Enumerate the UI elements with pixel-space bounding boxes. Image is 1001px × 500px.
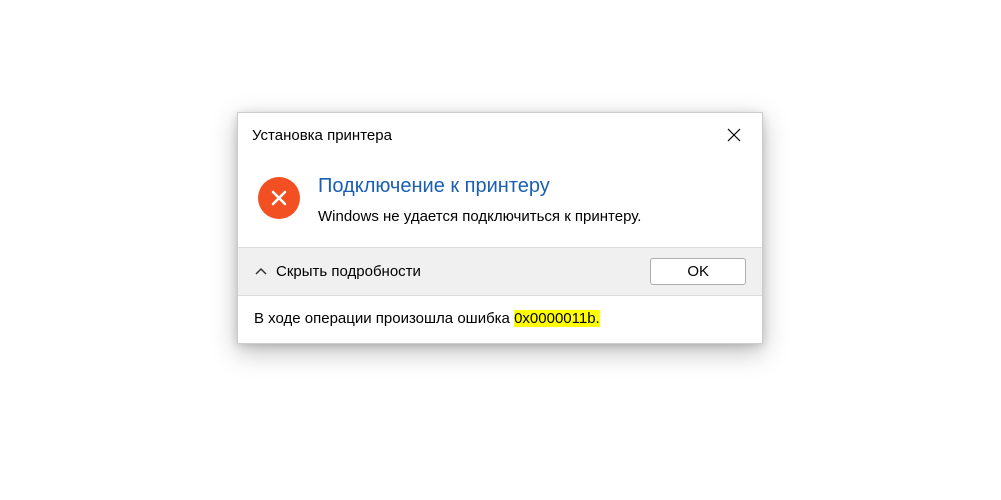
details-prefix: В ходе операции произошла ошибка <box>254 310 514 327</box>
details-toggle[interactable]: Скрыть подробности <box>254 263 421 280</box>
dialog-body: Подключение к принтеру Windows не удаетс… <box>238 157 762 247</box>
details-area: В ходе операции произошла ошибка 0x00000… <box>238 295 762 343</box>
dialog-title: Установка принтера <box>252 127 392 144</box>
dialog-titlebar: Установка принтера <box>238 113 762 157</box>
details-suffix: . <box>596 310 600 327</box>
close-button[interactable] <box>718 121 750 149</box>
error-code: 0x0000011b <box>514 310 595 327</box>
dialog-heading: Подключение к принтеру <box>318 175 742 198</box>
details-toggle-label: Скрыть подробности <box>276 263 421 280</box>
error-icon <box>258 177 300 219</box>
printer-install-dialog: Установка принтера Подключение к принтер… <box>237 112 763 344</box>
dialog-footer: Скрыть подробности OK <box>238 247 762 295</box>
dialog-body-text: Подключение к принтеру Windows не удаетс… <box>318 175 742 225</box>
dialog-message: Windows не удается подключиться к принте… <box>318 208 742 225</box>
close-icon <box>727 128 741 142</box>
chevron-up-icon <box>254 265 268 279</box>
ok-button[interactable]: OK <box>650 258 746 285</box>
